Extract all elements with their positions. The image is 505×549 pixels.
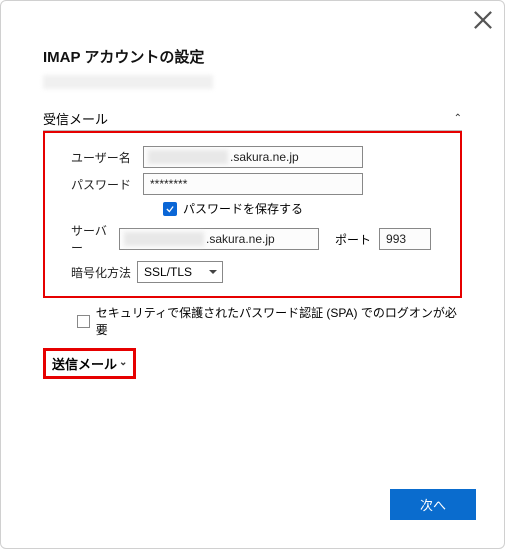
outgoing-header-label: 送信メール <box>52 354 117 373</box>
close-icon[interactable] <box>470 7 496 33</box>
outgoing-mail-header[interactable]: 送信メール ⌄ <box>43 348 136 379</box>
page-title: IMAP アカウントの設定 <box>43 46 462 67</box>
save-password-label: パスワードを保存する <box>183 200 303 217</box>
account-address-blurred <box>43 75 213 89</box>
server-label: サーバー <box>53 222 113 256</box>
server-input[interactable]: .sakura.ne.jp <box>119 228 319 250</box>
password-label: パスワード <box>53 176 137 193</box>
next-button[interactable]: 次へ <box>390 489 476 520</box>
port-label: ポート <box>335 231 371 248</box>
incoming-header-label: 受信メール <box>43 109 108 128</box>
save-password-checkbox[interactable] <box>163 202 177 216</box>
port-input[interactable]: 993 <box>379 228 431 250</box>
encryption-select[interactable]: SSL/TLS <box>137 261 223 283</box>
chevron-up-icon: ⌃ <box>454 113 462 124</box>
incoming-mail-header[interactable]: 受信メール ⌃ <box>43 109 462 131</box>
encryption-label: 暗号化方法 <box>53 264 131 281</box>
username-label: ユーザー名 <box>53 149 137 166</box>
spa-checkbox[interactable] <box>77 315 90 328</box>
incoming-settings-highlight: ユーザー名 .sakura.ne.jp パスワード ******** パスワード… <box>43 131 462 298</box>
password-input[interactable]: ******** <box>143 173 363 195</box>
spa-label: セキュリティで保護されたパスワード認証 (SPA) でのログオンが必要 <box>96 304 462 338</box>
chevron-down-icon: ⌄ <box>119 357 127 368</box>
username-input[interactable]: .sakura.ne.jp <box>143 146 363 168</box>
imap-settings-dialog: IMAP アカウントの設定 受信メール ⌃ ユーザー名 .sakura.ne.j… <box>0 0 505 549</box>
